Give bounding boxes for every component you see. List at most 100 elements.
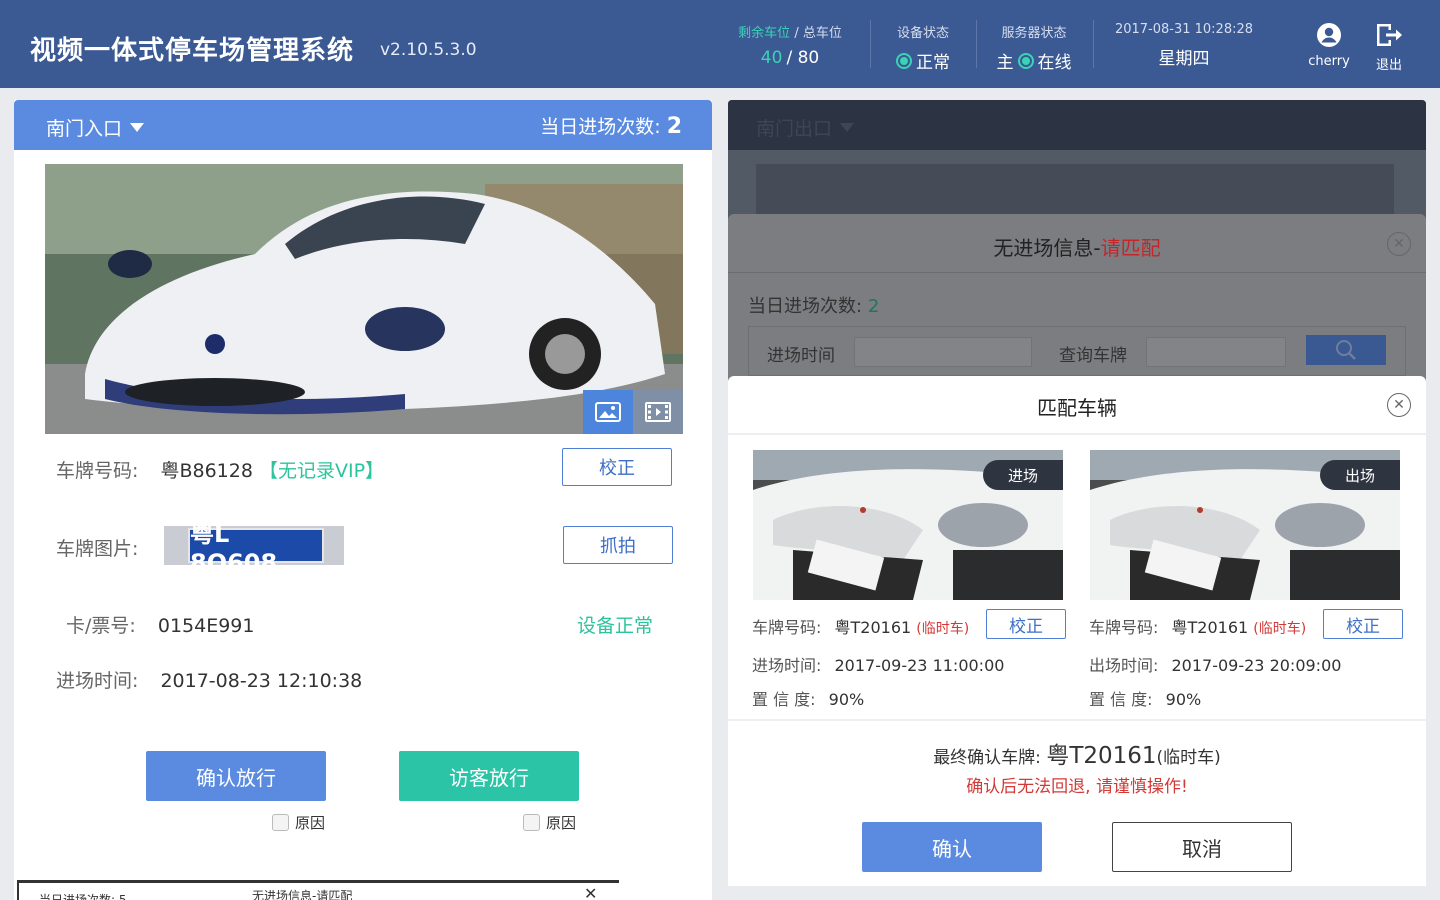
video-view-button[interactable]	[633, 390, 683, 434]
server-value: 在线	[1037, 53, 1072, 73]
entry-time-row: 进场时间: 2017-09-23 11:00:00	[752, 652, 1004, 676]
checkbox[interactable]	[523, 814, 540, 831]
reason-label: 原因	[295, 814, 326, 832]
unmatched-dialog-title: 无进场信息-请匹配	[728, 232, 1426, 261]
divider	[728, 719, 1426, 721]
entry-time-label: 进场时间:	[56, 670, 139, 692]
time-label: 进场时间:	[752, 656, 822, 675]
plate-image-label: 车牌图片:	[56, 538, 139, 560]
entry-time-filter-label: 进场时间	[767, 346, 835, 366]
app-version: v2.10.5.3.0	[380, 40, 477, 60]
confirm-button[interactable]: 确认	[862, 822, 1042, 872]
exit-time-value: 2017-09-23 20:09:00	[1171, 656, 1342, 675]
app-title: 视频一体式停车场管理系统	[30, 36, 355, 66]
exit-confidence-row: 置 信 度: 90%	[1089, 686, 1201, 710]
caret-down-icon	[840, 123, 855, 132]
card-row: 卡/票号: 0154E991	[66, 611, 254, 638]
divider	[870, 20, 871, 68]
final-plate-number: 粤T20161	[1046, 743, 1157, 769]
device-stat: 设备状态 正常	[880, 22, 966, 73]
total-count: / 80	[786, 48, 820, 68]
mini-title: 无进场信息-请匹配	[252, 889, 353, 900]
exit-panel-header: 南门出口	[728, 100, 1426, 150]
plate-query-input[interactable]	[1146, 337, 1286, 367]
cancel-button[interactable]: 取消	[1112, 822, 1292, 872]
device-ok-status: 设备正常	[577, 615, 654, 637]
image-view-button[interactable]	[583, 390, 633, 434]
entry-count-value: 2	[666, 114, 682, 139]
entry-confidence-row: 置 信 度: 90%	[752, 686, 864, 710]
close-icon[interactable]: ✕	[1387, 232, 1411, 256]
entry-time-row: 进场时间: 2017-08-23 12:10:38	[56, 666, 362, 693]
device-value: 正常	[916, 53, 950, 73]
final-plate-label: 最终确认车牌:	[933, 748, 1041, 768]
plate-number: 粤B86128	[160, 460, 253, 482]
divider	[976, 20, 977, 68]
unmatched-count: 当日进场次数: 2	[748, 292, 879, 318]
mini-close-icon[interactable]: ✕	[584, 884, 597, 900]
status-dot-icon	[1017, 52, 1034, 69]
entry-plate-number: 粤T20161	[834, 618, 912, 637]
remaining-count: 40	[760, 48, 783, 68]
search-icon	[1336, 340, 1356, 360]
user-button[interactable]: cherry	[1301, 22, 1357, 69]
entry-correct-button[interactable]: 校正	[986, 609, 1066, 639]
reason-checkbox-1[interactable]: 原因	[272, 812, 325, 833]
entry-time-input[interactable]	[854, 337, 1032, 367]
search-form: 进场时间 查询车牌	[748, 326, 1406, 376]
confidence-label: 置 信 度:	[1089, 690, 1153, 709]
parking-stat: 剩余车位 / 总车位 40/ 80	[730, 22, 850, 68]
datetime: 2017-08-31 10:28:28	[1114, 22, 1254, 37]
exit-vehicle-photo: 出场	[1090, 450, 1400, 600]
entry-tag: 进场	[983, 460, 1063, 490]
entry-count-label: 当日进场次数:	[540, 116, 661, 138]
entry-plate-row: 车牌号码: 粤T20161 (临时车)	[752, 614, 969, 638]
plate-row: 车牌号码: 粤B86128 【无记录VIP】	[56, 456, 384, 483]
username: cherry	[1308, 54, 1350, 69]
unmatched-title-b: 请匹配	[1100, 236, 1161, 260]
entry-plate-type: (临时车)	[916, 621, 970, 637]
plate-query-label: 查询车牌	[1059, 346, 1127, 366]
entry-gate-selector[interactable]: 南门入口	[46, 114, 145, 141]
unmatched-count-label: 当日进场次数:	[748, 296, 863, 317]
server-prefix: 主	[996, 53, 1014, 73]
server-label: 服务器状态	[1001, 26, 1067, 41]
confirm-release-button[interactable]: 确认放行	[146, 751, 326, 801]
exit-plate-type: (临时车)	[1253, 621, 1307, 637]
user-icon	[1317, 23, 1341, 47]
entry-panel-header: 南门入口 当日进场次数: 2	[14, 100, 712, 150]
entry-car-photo	[45, 164, 683, 434]
exit-tag: 出场	[1320, 460, 1400, 490]
final-plate-row: 最终确认车牌: 粤T20161(临时车)	[728, 736, 1426, 770]
capture-button[interactable]: 抓拍	[563, 526, 673, 564]
final-plate-type: (临时车)	[1156, 748, 1221, 768]
close-icon[interactable]: ✕	[1387, 393, 1411, 417]
irreversible-warning: 确认后无法回退, 请谨慎操作!	[966, 777, 1188, 797]
correct-button[interactable]: 校正	[562, 448, 672, 486]
exit-correct-button[interactable]: 校正	[1323, 609, 1403, 639]
search-button[interactable]	[1306, 335, 1386, 365]
visitor-release-button[interactable]: 访客放行	[399, 751, 579, 801]
status-dot-icon	[896, 52, 912, 69]
confidence-label: 置 信 度:	[752, 690, 816, 709]
exit-time-row: 出场时间: 2017-09-23 20:09:00	[1089, 652, 1341, 676]
entry-vehicle-photo: 进场	[753, 450, 1063, 600]
weekday: 星期四	[1158, 49, 1210, 69]
card-number: 0154E991	[157, 615, 255, 637]
plate-label: 车牌号码:	[752, 618, 822, 637]
image-icon	[595, 402, 621, 422]
exit-plate-row: 车牌号码: 粤T20161 (临时车)	[1089, 614, 1306, 638]
logout-button[interactable]: 退出	[1361, 22, 1417, 73]
exit-confidence-value: 90%	[1165, 690, 1202, 709]
plate-vip-tag: 【无记录VIP】	[258, 460, 385, 482]
unmatched-count-value: 2	[867, 296, 880, 317]
match-dialog-title: 匹配车辆	[1037, 396, 1117, 420]
exit-gate-selector[interactable]: 南门出口	[756, 114, 855, 141]
entry-confidence-value: 90%	[828, 690, 865, 709]
divider	[728, 272, 1426, 273]
server-stat: 服务器状态 主 在线	[986, 22, 1082, 73]
reason-checkbox-2[interactable]: 原因	[523, 812, 576, 833]
logout-icon	[1377, 24, 1402, 46]
checkbox[interactable]	[272, 814, 289, 831]
mini-count: 当日进场次数: 5	[39, 893, 127, 900]
